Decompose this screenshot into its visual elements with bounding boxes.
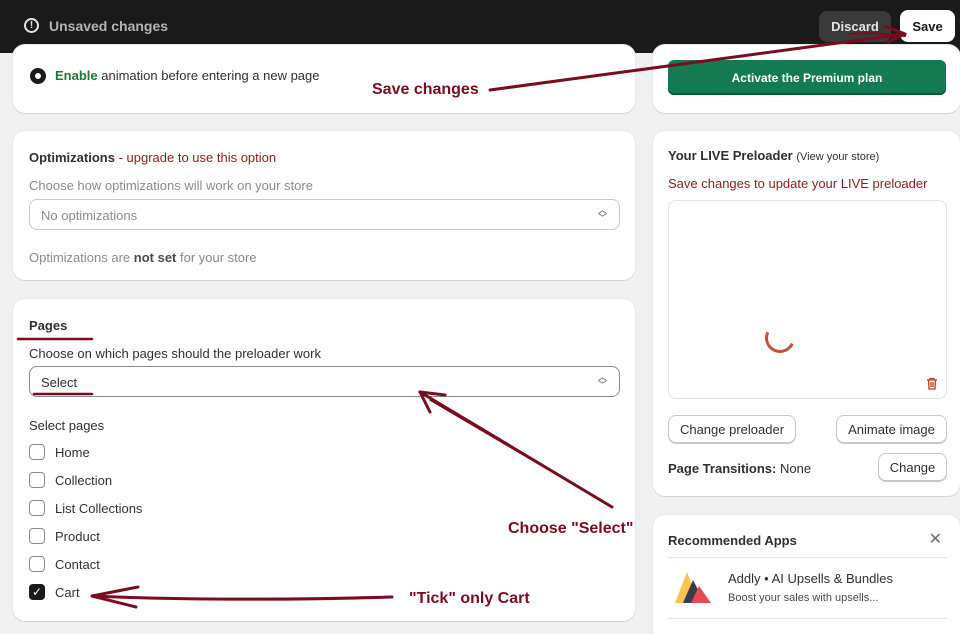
pages-select[interactable]: Select ︿ ﹀ <box>29 366 620 397</box>
recommended-apps-card: Recommended Apps ✕ Addly • AI Upsells & … <box>653 515 960 634</box>
discard-button[interactable]: Discard <box>819 11 891 42</box>
close-icon[interactable]: ✕ <box>929 529 942 549</box>
pages-select-value: Select <box>41 375 78 390</box>
select-chevron-icon: ︿ ﹀ <box>597 205 607 223</box>
optimizations-title: Optimizations - upgrade to use this opti… <box>29 150 277 165</box>
checkmark-icon: ✓ <box>31 585 43 599</box>
checkbox-checked[interactable]: ✓ <box>29 584 45 600</box>
premium-card: Activate the Premium plan <box>653 45 960 113</box>
animation-card: Enable animation before entering a new p… <box>13 45 635 113</box>
animate-image-button[interactable]: Animate image <box>836 415 947 443</box>
optimizations-card: Optimizations - upgrade to use this opti… <box>13 131 635 280</box>
view-store-link[interactable]: (View your store) <box>796 151 879 163</box>
divider <box>668 618 947 619</box>
activate-premium-button[interactable]: Activate the Premium plan <box>668 60 946 95</box>
checkbox[interactable] <box>29 444 45 460</box>
select-pages-label: Select pages <box>29 418 105 433</box>
checkbox[interactable] <box>29 500 45 516</box>
pages-card: Pages Choose on which pages should the p… <box>13 299 635 621</box>
trash-icon[interactable] <box>926 377 938 390</box>
enable-animation-label[interactable]: Enable animation before entering a new p… <box>55 68 320 83</box>
live-preloader-card: Your LIVE Preloader (View your store) Sa… <box>653 131 960 496</box>
optimizations-select-value: No optimizations <box>41 208 138 223</box>
annotation-choose-select: Choose "Select" <box>508 520 634 537</box>
checkbox[interactable] <box>29 528 45 544</box>
app-name[interactable]: Addly • AI Upsells & Bundles <box>728 571 893 586</box>
annotation-save-changes: Save changes <box>372 81 479 98</box>
pages-title: Pages <box>29 318 68 333</box>
checkbox[interactable] <box>29 472 45 488</box>
alert-circle-icon: ! <box>24 18 39 33</box>
annotation-tick-cart: "Tick" only Cart <box>409 590 530 607</box>
change-transitions-button[interactable]: Change <box>878 453 947 481</box>
addly-logo-icon <box>675 572 711 603</box>
page-transitions: Page Transitions: None <box>668 461 812 476</box>
optimizations-select[interactable]: No optimizations ︿ ﹀ <box>29 199 620 230</box>
enable-animation-radio[interactable] <box>30 68 46 84</box>
change-preloader-button[interactable]: Change preloader <box>668 415 796 443</box>
divider <box>668 557 947 558</box>
save-button[interactable]: Save <box>900 10 955 42</box>
unsaved-status: Unsaved changes <box>49 18 169 34</box>
upgrade-link[interactable]: - upgrade to use this option <box>115 150 277 165</box>
select-chevron-icon: ︿ ﹀ <box>597 372 607 390</box>
spinner-icon <box>760 318 800 358</box>
optimizations-subtitle: Choose how optimizations will work on yo… <box>29 178 313 193</box>
live-preloader-warning: Save changes to update your LIVE preload… <box>668 176 928 191</box>
pages-subtitle: Choose on which pages should the preload… <box>29 346 321 361</box>
recommended-apps-title: Recommended Apps <box>668 533 797 548</box>
live-preloader-title: Your LIVE Preloader (View your store) <box>668 148 880 163</box>
preloader-preview <box>668 200 947 399</box>
checkbox[interactable] <box>29 556 45 572</box>
optimizations-status: Optimizations are not set for your store <box>29 250 257 265</box>
app-description: Boost your sales with upsells... <box>728 592 879 604</box>
